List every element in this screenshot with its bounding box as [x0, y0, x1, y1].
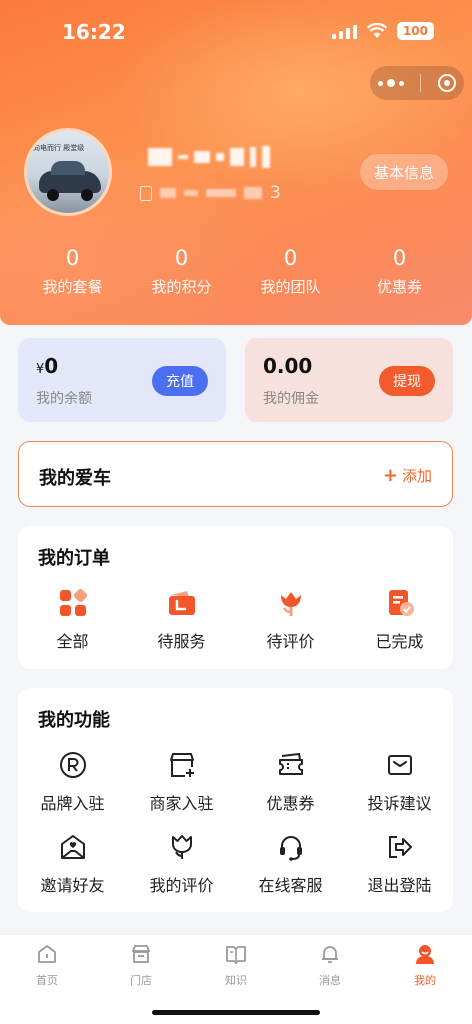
stat-value: 0 [392, 246, 407, 270]
phone-suffix: 3 [270, 183, 281, 203]
commission-card[interactable]: 0.00 我的佣金 提现 [245, 338, 453, 422]
more-icon[interactable] [378, 79, 405, 87]
recharge-button[interactable]: 充值 [152, 366, 208, 396]
balance-amount: ¥0 [36, 354, 59, 378]
stat-value: 0 [65, 246, 80, 270]
func-logout[interactable]: 退出登陆 [345, 832, 454, 896]
my-orders-section: 我的订单 全部 待服务 待评价 已完成 [18, 526, 453, 669]
func-coupons[interactable]: 优惠券 [236, 750, 345, 814]
func-merchant-join[interactable]: 商家入驻 [127, 750, 236, 814]
completed-doc-icon [388, 590, 414, 616]
basic-info-button[interactable]: 基本信息 [360, 154, 448, 190]
func-brand-join[interactable]: 品牌入驻 [18, 750, 127, 814]
home-icon [38, 945, 56, 963]
bell-icon [322, 946, 338, 963]
order-pending-review[interactable]: 待评价 [236, 588, 345, 652]
person-icon [416, 945, 434, 964]
avatar[interactable]: 向电而行 殿堂级 [24, 128, 112, 216]
home-indicator [152, 1010, 320, 1015]
miniprogram-capsule[interactable] [370, 66, 464, 100]
plus-icon: + [382, 464, 398, 486]
stat-value: 0 [174, 246, 189, 270]
flower-icon [280, 592, 301, 616]
grid-icon [59, 589, 87, 616]
store-add-icon [169, 753, 194, 777]
capsule-divider [420, 74, 422, 92]
battery-icon: 100 [396, 22, 434, 40]
stat-packages[interactable]: 0 我的套餐 [18, 246, 127, 297]
tab-knowledge[interactable]: 知识 [206, 943, 266, 988]
wifi-icon [366, 23, 387, 38]
order-all[interactable]: 全部 [18, 588, 127, 652]
ticket-icon [278, 752, 303, 775]
commission-label: 我的佣金 [263, 391, 319, 407]
tab-messages[interactable]: 消息 [300, 943, 360, 988]
logout-icon [388, 836, 412, 858]
balance-label: 我的余额 [36, 391, 92, 407]
func-invite-friends[interactable]: 邀请好友 [18, 832, 127, 896]
wallet-icon [168, 591, 195, 615]
user-phone-masked: 3 [140, 183, 281, 203]
stat-label: 优惠券 [376, 278, 422, 296]
add-car-button[interactable]: + 添加 [383, 465, 432, 486]
close-target-icon[interactable] [437, 74, 456, 92]
profile-stats: 0 我的套餐 0 我的积分 0 我的团队 0 优惠券 [0, 246, 472, 297]
func-my-reviews[interactable]: 我的评价 [127, 832, 236, 896]
user-name-masked [148, 146, 270, 168]
my-functions-section: 我的功能 品牌入驻 商家入驻 优惠券 投诉建议 邀请好友 我的评价 在线客服 退… [18, 688, 453, 912]
signal-icon [331, 23, 357, 39]
order-completed[interactable]: 已完成 [345, 588, 454, 652]
stat-team[interactable]: 0 我的团队 [236, 246, 345, 297]
tab-mine[interactable]: 我的 [395, 943, 455, 988]
balance-card[interactable]: ¥0 我的余额 充值 [18, 338, 226, 422]
func-complaints[interactable]: 投诉建议 [345, 750, 454, 814]
registered-icon [59, 752, 86, 778]
tab-home[interactable]: 首页 [17, 943, 77, 988]
tab-store[interactable]: 门店 [111, 943, 171, 988]
book-icon [226, 946, 246, 964]
mail-icon [387, 755, 412, 775]
withdraw-button[interactable]: 提现 [379, 366, 435, 396]
phone-icon [140, 185, 152, 201]
commission-amount: 0.00 [263, 354, 313, 378]
tulip-icon [171, 835, 192, 859]
order-pending-service[interactable]: 待服务 [127, 588, 236, 652]
status-time: 16:22 [62, 20, 126, 44]
my-car-title: 我的爱车 [39, 468, 111, 489]
func-online-service[interactable]: 在线客服 [236, 832, 345, 896]
stat-label: 我的套餐 [42, 278, 103, 296]
headset-icon [279, 836, 302, 861]
stat-label: 我的团队 [260, 278, 321, 296]
envelope-heart-icon [60, 835, 85, 859]
my-car-card[interactable]: 我的爱车 + 添加 [18, 441, 453, 507]
stat-label: 我的积分 [151, 278, 212, 296]
avatar-tagline: 向电而行 殿堂级 [33, 144, 85, 152]
stat-points[interactable]: 0 我的积分 [127, 246, 236, 297]
my-orders-title: 我的订单 [38, 548, 110, 569]
store-icon [132, 945, 150, 963]
stat-value: 0 [283, 246, 298, 270]
status-icons: 100 [331, 22, 434, 40]
my-functions-title: 我的功能 [38, 710, 110, 731]
stat-coupons[interactable]: 0 优惠券 [345, 246, 454, 297]
